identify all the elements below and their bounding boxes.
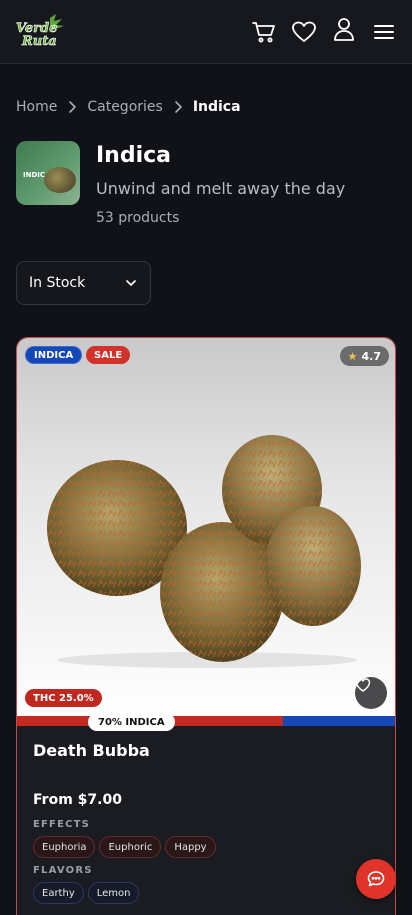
favorite-button[interactable] [355, 677, 387, 709]
heart-icon [355, 678, 371, 692]
effect-chip: Happy [165, 836, 216, 858]
strain-ratio-bar [17, 716, 395, 726]
sale-badge: SALE [86, 346, 131, 364]
flavor-chip: Lemon [87, 882, 140, 904]
effect-chip: Euphoria [33, 836, 96, 858]
flavors-list: Earthy Lemon [33, 882, 140, 904]
strain-type-badge: INDICA [25, 346, 83, 364]
effects-heading: EFFECTS [33, 819, 91, 830]
product-price: From $7.00 [33, 792, 122, 808]
breadcrumb: Home Categories Indica [16, 97, 241, 117]
thc-badge: THC 25.0% [25, 689, 102, 707]
top-nav-bar: Verde Ruta [0, 0, 412, 64]
effect-chip: Euphoric [99, 836, 162, 858]
flavors-heading: FLAVORS [33, 865, 93, 876]
chat-button[interactable] [356, 859, 396, 899]
star-icon: ★ [347, 349, 358, 363]
product-count: 53 products [96, 210, 180, 226]
breadcrumb-categories-link[interactable]: Categories [87, 99, 162, 115]
product-name[interactable]: Death Bubba [33, 741, 150, 760]
rating-badge: ★ 4.7 [339, 346, 389, 366]
cannabis-bud-image [44, 167, 76, 193]
product-image[interactable]: INDICA SALE ★ 4.7 THC 25.0% [17, 338, 395, 716]
stock-filter-select[interactable]: In Stock [16, 261, 151, 305]
cart-icon[interactable] [251, 19, 277, 45]
rating-value: 4.7 [361, 349, 382, 363]
user-icon[interactable] [331, 16, 357, 42]
strain-ratio-label: 70% INDICA [88, 713, 175, 731]
brand-logo[interactable]: Verde Ruta [14, 14, 68, 50]
menu-icon[interactable] [371, 19, 397, 45]
breadcrumb-current: Indica [192, 99, 241, 115]
stock-filter-value: In Stock [29, 275, 86, 291]
effects-list: Euphoria Euphoric Happy [33, 836, 216, 858]
page-title: Indica [96, 143, 172, 168]
chevron-right-icon [167, 97, 189, 117]
strain-ratio-remainder-segment [283, 716, 395, 726]
flavor-chip: Earthy [33, 882, 84, 904]
heart-icon[interactable] [291, 19, 317, 45]
chat-bubble-icon [367, 871, 385, 887]
chevron-down-icon [126, 280, 136, 286]
svg-text:Ruta: Ruta [21, 34, 57, 49]
breadcrumb-home-link[interactable]: Home [16, 99, 57, 115]
chevron-right-icon [61, 97, 83, 117]
product-card[interactable]: INDICA SALE ★ 4.7 THC 25.0% 70% INDICA D… [16, 337, 396, 915]
category-tagline: Unwind and melt away the day [96, 179, 346, 198]
category-thumbnail: INDICA [16, 141, 80, 205]
